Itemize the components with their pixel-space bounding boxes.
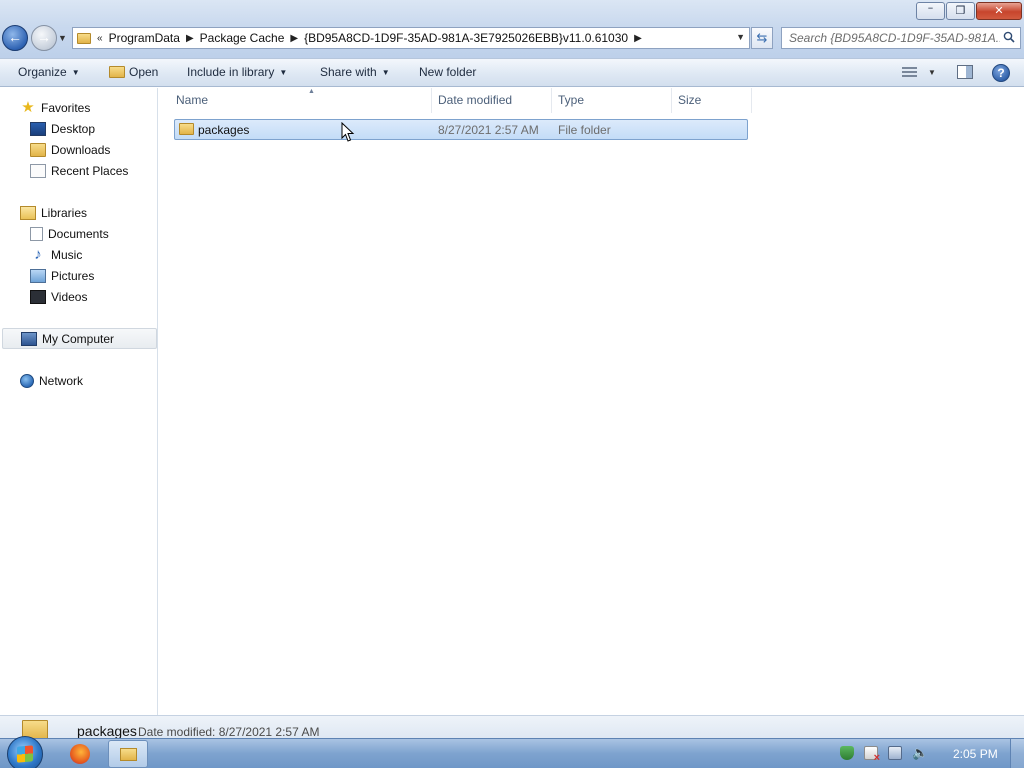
windows-logo-icon	[17, 745, 33, 763]
volume-icon[interactable]: 🔈	[912, 746, 928, 760]
start-button[interactable]	[7, 736, 43, 768]
folder-icon	[77, 32, 91, 44]
nav-network[interactable]: Network	[0, 370, 156, 391]
address-dropdown-icon[interactable]: ▼	[736, 32, 745, 42]
column-header-size[interactable]: Size	[672, 88, 752, 113]
folder-icon	[120, 748, 137, 761]
forward-button[interactable]: →	[31, 25, 57, 51]
file-type: File folder	[558, 123, 611, 137]
chevron-down-icon: ▼	[381, 68, 390, 77]
title-bar: – ❐ ✕ ← → ▼ « ProgramData ▶ Package Cach…	[0, 0, 1024, 58]
chevron-down-icon: ▼	[279, 68, 288, 77]
breadcrumb-current-folder[interactable]: {BD95A8CD-1D9F-35AD-981A-3E7925026EBB}v1…	[304, 31, 628, 45]
command-bar: Organize ▼ Open Include in library ▼ Share…	[0, 58, 1024, 87]
system-tray: 🔈	[840, 746, 936, 764]
nav-favorites[interactable]: ★ Favorites	[0, 97, 156, 118]
file-row-packages[interactable]: packages 8/27/2021 2:57 AM File folder	[174, 119, 748, 140]
details-date-modified: Date modified: 8/27/2021 2:57 AM	[138, 725, 320, 739]
nav-videos[interactable]: Videos	[0, 286, 156, 307]
taskbar: 🔈 2:05 PM	[0, 736, 1024, 768]
nav-documents[interactable]: Documents	[0, 223, 156, 244]
details-item-name: packages	[77, 723, 137, 739]
computer-icon	[21, 331, 37, 346]
search-input[interactable]	[782, 28, 1000, 48]
file-list: ▲ Name Date modified Type Size packages …	[159, 88, 1024, 715]
action-center-flag-icon[interactable]	[864, 746, 880, 764]
nav-desktop[interactable]: Desktop	[0, 118, 156, 139]
organize-button[interactable]: Organize ▼	[18, 65, 80, 79]
libraries-icon	[20, 205, 36, 220]
taskbar-explorer-button[interactable]	[108, 740, 148, 768]
nav-downloads[interactable]: Downloads	[0, 139, 156, 160]
show-desktop-button[interactable]	[1010, 739, 1024, 768]
open-folder-icon	[109, 66, 125, 78]
firefox-icon[interactable]	[70, 744, 90, 764]
breadcrumb-overflow[interactable]: «	[91, 33, 109, 44]
star-icon: ★	[21, 98, 35, 116]
chevron-down-icon: ▼	[71, 68, 80, 77]
documents-icon	[30, 226, 43, 241]
sort-ascending-icon: ▲	[308, 88, 315, 95]
folder-icon	[179, 123, 194, 135]
view-options-dropdown[interactable]: ▼	[928, 68, 936, 77]
mouse-cursor-icon	[341, 122, 355, 142]
breadcrumb-package-cache[interactable]: Package Cache	[200, 31, 285, 45]
videos-icon	[30, 289, 46, 304]
preview-pane-icon[interactable]	[957, 65, 973, 79]
taskbar-clock[interactable]: 2:05 PM	[953, 747, 998, 761]
network-icon	[20, 373, 34, 388]
search-icon[interactable]	[1003, 31, 1015, 43]
refresh-button[interactable]: ⇆	[751, 27, 773, 49]
nav-libraries[interactable]: Libraries	[0, 202, 156, 223]
file-name: packages	[198, 123, 250, 137]
open-button[interactable]: Open	[109, 65, 158, 79]
file-date-modified: 8/27/2021 2:57 AM	[438, 123, 539, 137]
address-bar[interactable]: « ProgramData ▶ Package Cache ▶ {BD95A8C…	[72, 27, 750, 49]
chevron-right-icon[interactable]: ▶	[284, 33, 304, 44]
share-with-button[interactable]: Share with ▼	[320, 65, 390, 79]
maximize-button[interactable]: ❐	[946, 2, 975, 20]
desktop-icon	[30, 121, 46, 136]
network-status-icon[interactable]	[888, 746, 902, 760]
nav-recent-places[interactable]: Recent Places	[0, 160, 156, 181]
new-folder-button[interactable]: New folder	[419, 65, 476, 79]
search-box[interactable]	[781, 27, 1021, 49]
nav-pictures[interactable]: Pictures	[0, 265, 156, 286]
include-in-library-button[interactable]: Include in library ▼	[187, 65, 287, 79]
window-controls: – ❐ ✕	[915, 1, 1022, 20]
column-header-name[interactable]: ▲ Name	[170, 88, 432, 113]
minimize-button[interactable]: –	[916, 1, 945, 20]
navigation-pane: ★ Favorites Desktop Downloads Recent Plac…	[0, 88, 158, 715]
downloads-folder-icon	[30, 142, 46, 157]
music-note-icon: ♪	[34, 245, 42, 263]
security-shield-icon[interactable]	[840, 746, 854, 760]
change-view-icon[interactable]	[902, 67, 917, 78]
details-pane: packages Date modified: 8/27/2021 2:57 A…	[0, 715, 1024, 740]
recent-places-icon	[30, 163, 46, 178]
close-button[interactable]: ✕	[976, 2, 1022, 20]
back-button[interactable]: ←	[2, 25, 28, 51]
chevron-right-icon[interactable]: ▶	[628, 33, 648, 44]
nav-music[interactable]: ♪ Music	[0, 244, 156, 265]
nav-my-computer[interactable]: My Computer	[2, 328, 157, 349]
column-header-type[interactable]: Type	[552, 88, 672, 113]
chevron-right-icon[interactable]: ▶	[180, 33, 200, 44]
column-header-date-modified[interactable]: Date modified	[432, 88, 552, 113]
help-icon[interactable]: ?	[992, 64, 1010, 82]
pictures-icon	[30, 268, 46, 283]
recent-pages-dropdown[interactable]: ▼	[58, 33, 67, 43]
breadcrumb-programdata[interactable]: ProgramData	[109, 31, 180, 45]
